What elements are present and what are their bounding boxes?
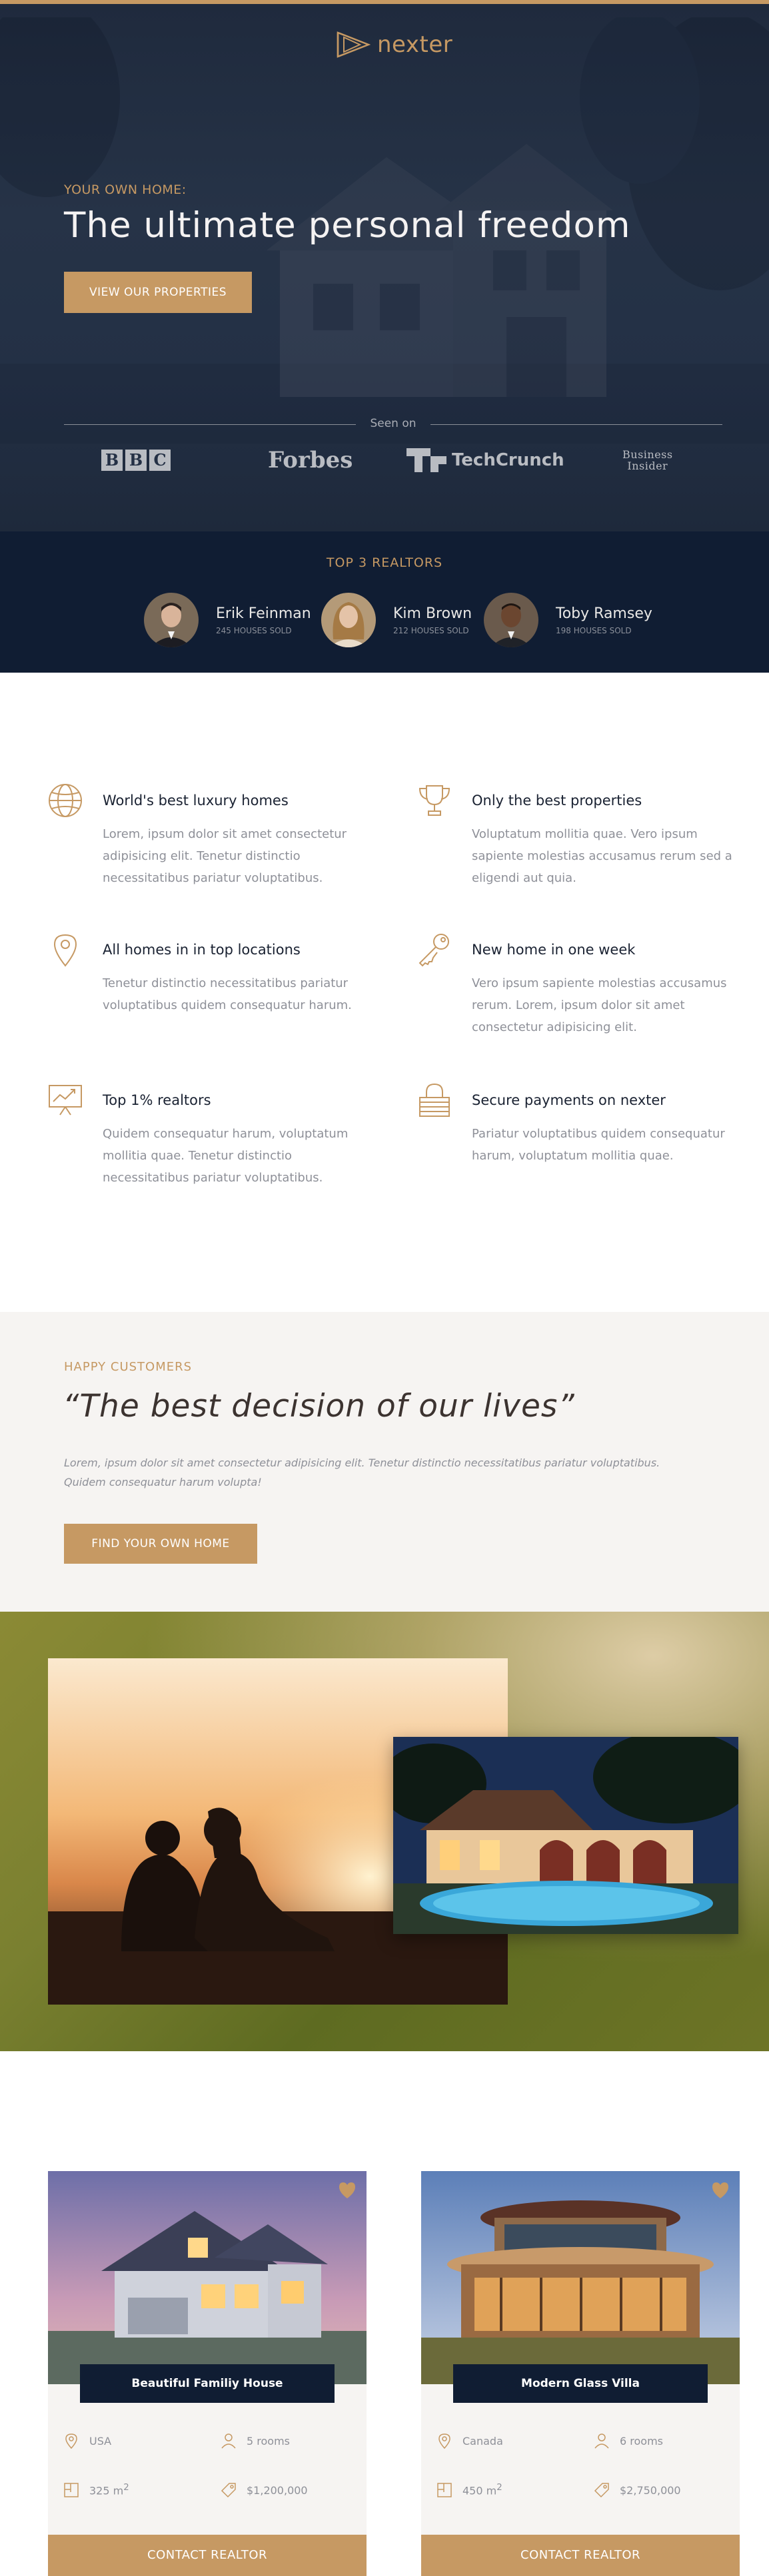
hero-section: nexter YOUR OWN HOME: The ultimate perso… — [0, 4, 769, 531]
features-section: World's best luxury homes Lorem, ipsum d… — [0, 673, 769, 1312]
hero-background-house — [267, 144, 613, 397]
story-text: Lorem, ipsum dolor sit amet consectetur … — [64, 1456, 660, 1488]
villa-pool-image — [393, 1737, 738, 1934]
forbes-logo: Forbes — [268, 447, 353, 474]
techcrunch-logo: TechCrunch — [406, 444, 564, 477]
find-your-home-button[interactable]: FIND YOUR OWN HOME — [64, 1524, 257, 1564]
home-name: Beautiful Familiy House — [80, 2364, 335, 2403]
realtor-houses-sold: 212 HOUSES SOLD — [393, 625, 469, 635]
home-card[interactable]: Modern Glass Villa Canada 6 rooms 450 m2… — [421, 2171, 740, 2576]
floor-plan-icon — [437, 2483, 452, 2497]
bbc-logo: BBC — [101, 444, 171, 477]
logo-text: nexter — [377, 31, 453, 58]
realtors-title: TOP 3 REALTORS — [326, 555, 443, 570]
home-location: Canada — [436, 2432, 503, 2449]
price-tag-icon — [594, 2483, 609, 2498]
logo-play-icon — [337, 31, 371, 58]
hero-subtitle: YOUR OWN HOME: — [64, 182, 187, 197]
top-realtors-section: TOP 3 REALTORS Erik Feinman 245 HOUSES S… — [0, 531, 769, 673]
trophy-icon — [418, 785, 450, 816]
home-location: USA — [63, 2432, 111, 2449]
realtor-name: Erik Feinman — [216, 605, 311, 622]
favorite-heart-icon[interactable] — [710, 2180, 730, 2200]
lock-icon — [419, 1083, 450, 1117]
happy-customers-section: HAPPY CUSTOMERS “The best decision of ou… — [0, 1312, 769, 1612]
feature-title: Secure payments on nexter — [472, 1092, 666, 1108]
feature-title: Only the best properties — [472, 793, 642, 808]
home-photo — [421, 2171, 740, 2384]
home-area: 325 m2 — [63, 2481, 129, 2499]
floor-plan-icon — [64, 2483, 79, 2497]
home-card[interactable]: Beautiful Familiy House USA 5 rooms 325 … — [48, 2171, 367, 2576]
business-insider-logo: Business Insider — [622, 448, 673, 472]
press-logos: BBC Forbes TechCrunch Business Insider — [64, 444, 722, 477]
home-photo — [48, 2171, 367, 2384]
story-pictures-section — [0, 1612, 769, 2051]
realtor-card[interactable]: Toby Ramsey 198 HOUSES SOLD — [484, 591, 652, 649]
feature-text: Quidem consequatur harum, voluptatum mol… — [103, 1127, 349, 1185]
map-pin-icon — [53, 934, 77, 967]
contact-realtor-button[interactable]: CONTACT REALTOR — [48, 2535, 367, 2576]
feature-title: New home in one week — [472, 942, 636, 958]
techcrunch-mark-icon — [406, 448, 446, 472]
feature-title: All homes in in top locations — [103, 942, 301, 958]
realtor-name: Toby Ramsey — [556, 605, 652, 622]
feature-text: Pariatur voluptatibus quidem consequatur… — [472, 1127, 725, 1163]
realtor-avatar — [484, 593, 538, 647]
feature-text: Vero ipsum sapiente molestias accusamus … — [472, 976, 727, 1034]
seen-on-label: Seen on — [370, 417, 416, 430]
map-pin-icon — [438, 2433, 450, 2449]
home-name: Modern Glass Villa — [453, 2364, 708, 2403]
story-quote: “The best decision of our lives” — [63, 1388, 575, 1425]
home-rooms: 5 rooms — [220, 2432, 290, 2449]
realtor-avatar — [144, 593, 199, 647]
realtor-houses-sold: 245 HOUSES SOLD — [216, 625, 292, 635]
feature-text: Lorem, ipsum dolor sit amet consectetur … — [103, 827, 347, 885]
feature-text: Voluptatum mollitia quae. Vero ipsum sap… — [472, 827, 732, 885]
map-pin-icon — [65, 2433, 77, 2449]
realtor-houses-sold: 198 HOUSES SOLD — [556, 625, 632, 635]
key-icon — [418, 934, 449, 967]
realtor-name: Kim Brown — [393, 605, 472, 622]
user-icon — [594, 2433, 609, 2449]
hero-title: The ultimate personal freedom — [64, 205, 631, 246]
feature-text: Tenetur distinctio necessitatibus pariat… — [103, 976, 352, 1012]
realtor-card[interactable]: Erik Feinman 245 HOUSES SOLD — [144, 591, 311, 649]
globe-icon — [49, 784, 82, 817]
user-icon — [221, 2433, 236, 2449]
seen-on-divider: Seen on — [64, 417, 722, 433]
favorite-heart-icon[interactable] — [337, 2180, 357, 2200]
story-label: HAPPY CUSTOMERS — [64, 1360, 193, 1374]
home-price: $2,750,000 — [593, 2481, 681, 2499]
realtor-card[interactable]: Kim Brown 212 HOUSES SOLD — [321, 591, 472, 649]
feature-title: World's best luxury homes — [103, 793, 289, 808]
homes-section: Beautiful Familiy House USA 5 rooms 325 … — [0, 2051, 769, 2576]
home-rooms: 6 rooms — [593, 2432, 663, 2449]
realtor-avatar — [321, 593, 376, 647]
home-area: 450 m2 — [436, 2481, 502, 2499]
presentation-chart-icon — [49, 1085, 82, 1116]
price-tag-icon — [221, 2483, 236, 2498]
divider-line-right — [430, 424, 722, 425]
view-properties-button[interactable]: VIEW OUR PROPERTIES — [64, 272, 252, 313]
nexter-logo[interactable]: nexter — [336, 31, 452, 59]
contact-realtor-button[interactable]: CONTACT REALTOR — [421, 2535, 740, 2576]
feature-title: Top 1% realtors — [103, 1092, 211, 1108]
home-price: $1,200,000 — [220, 2481, 308, 2499]
